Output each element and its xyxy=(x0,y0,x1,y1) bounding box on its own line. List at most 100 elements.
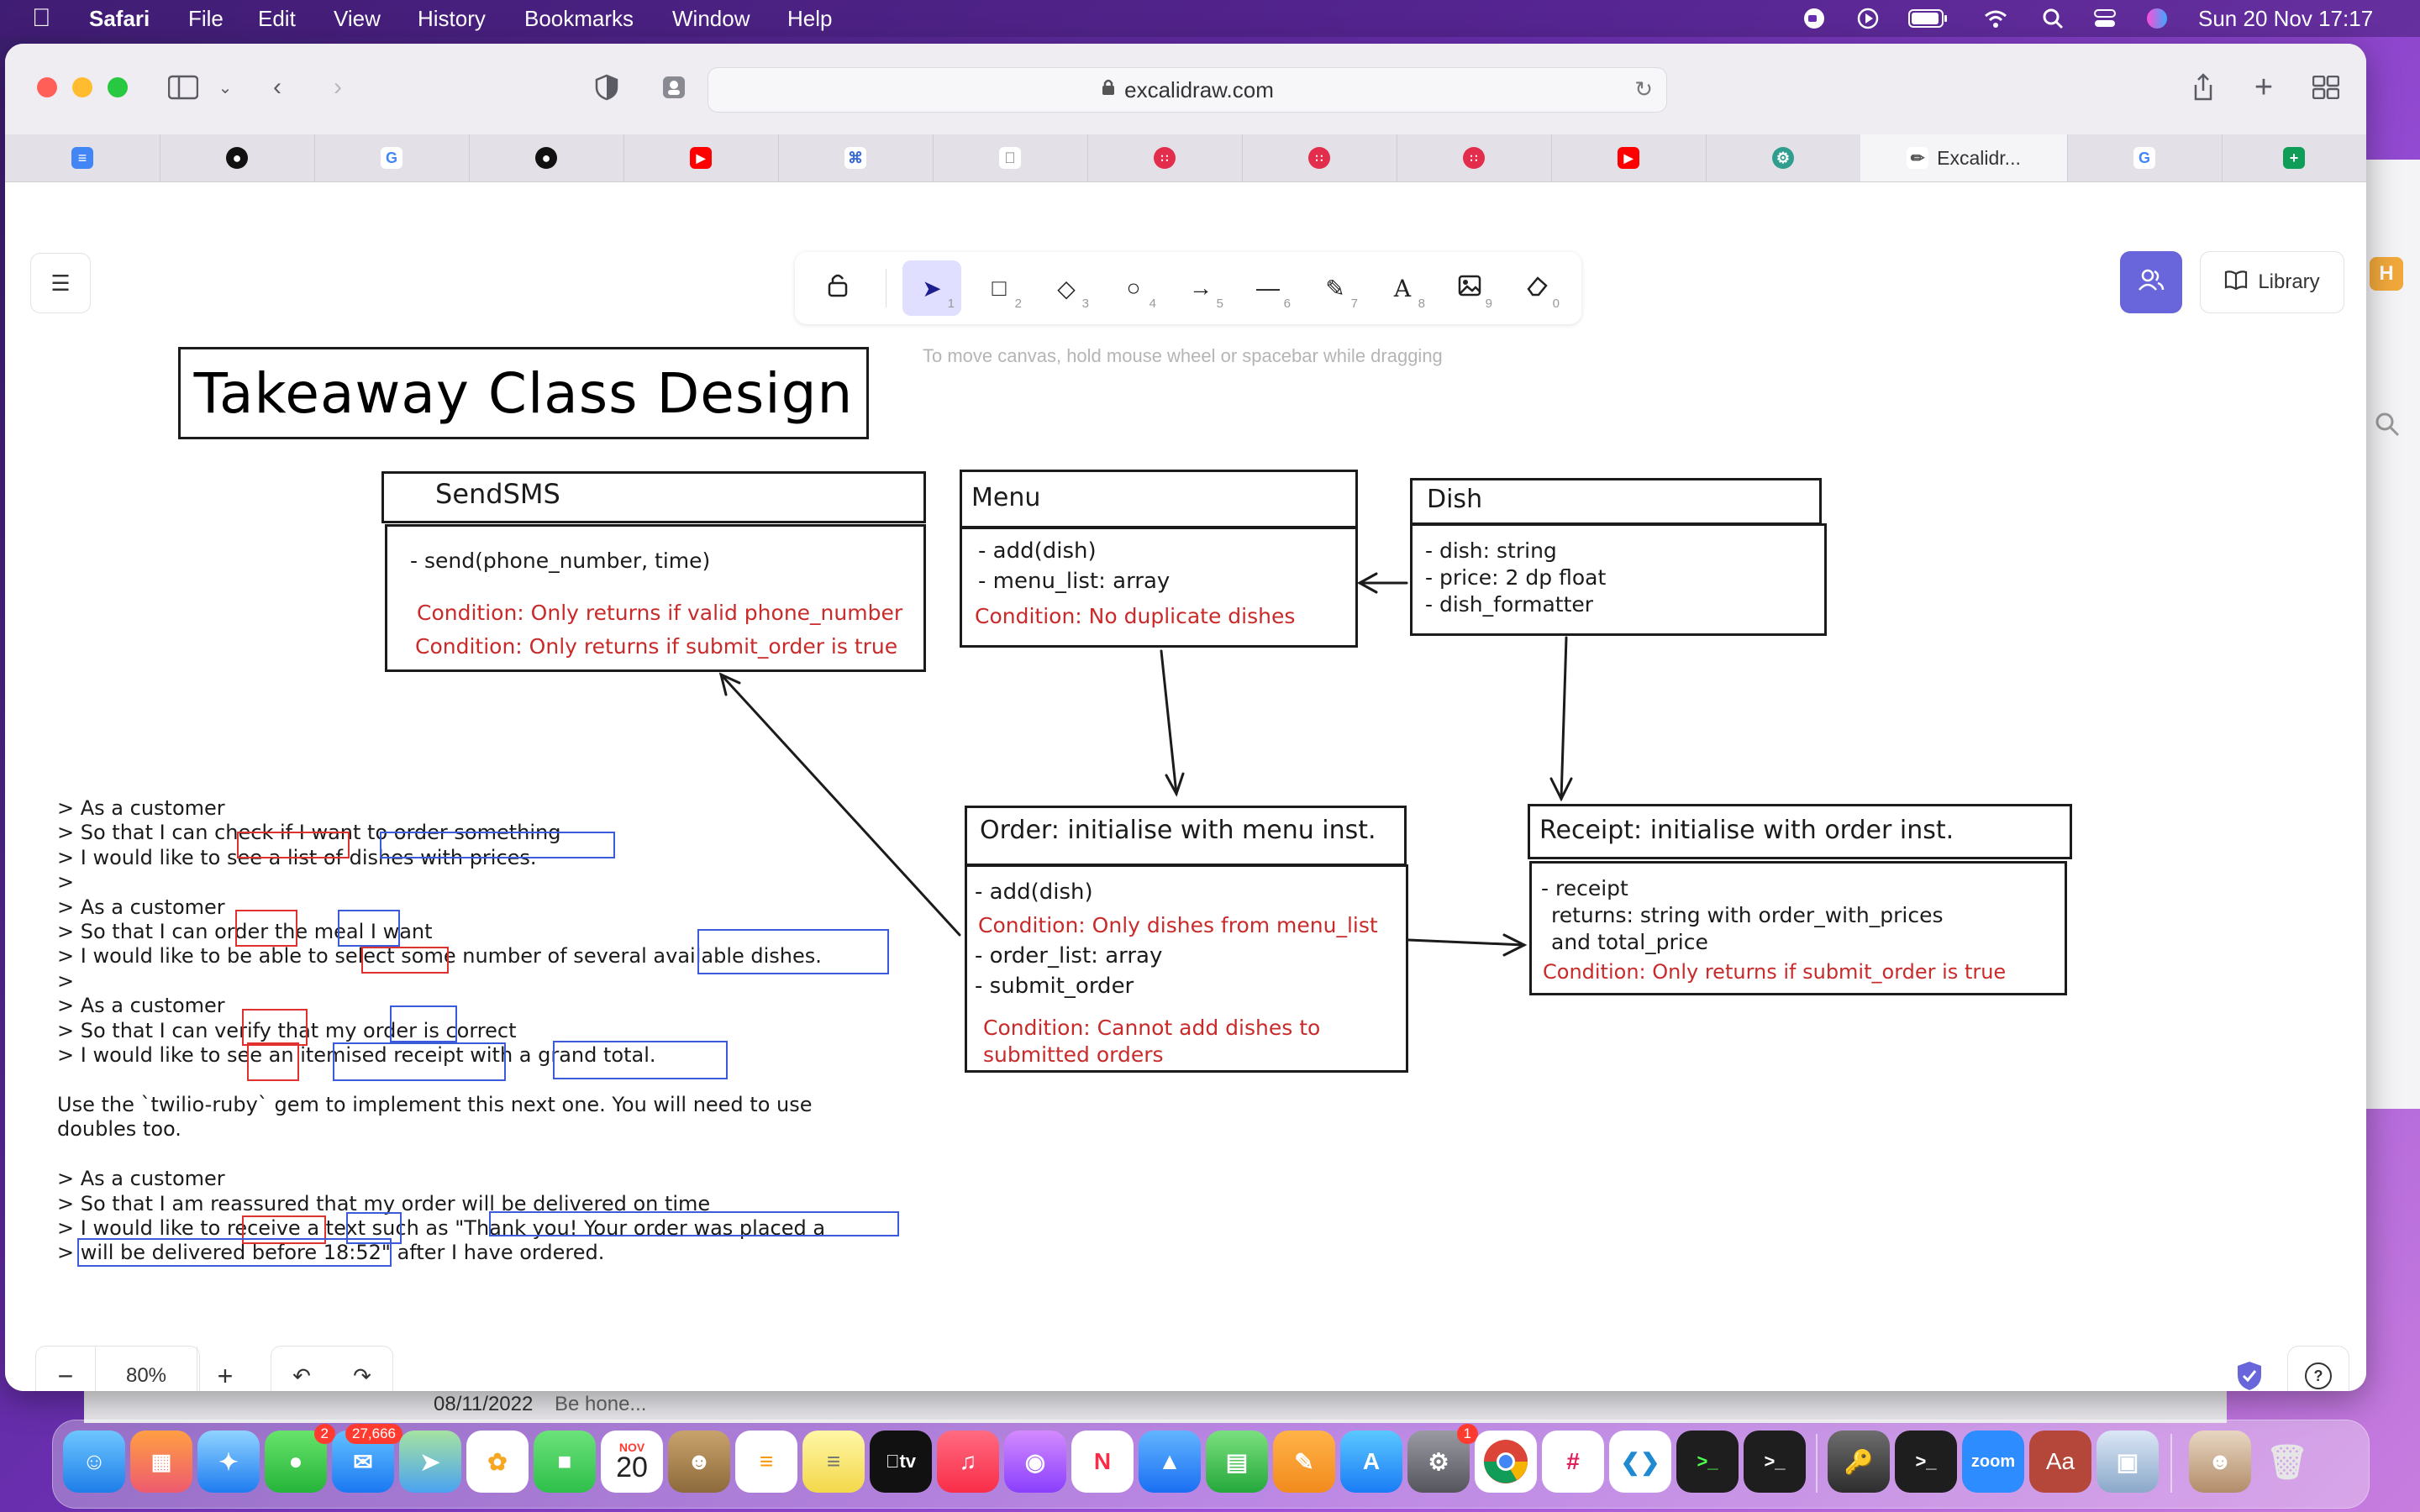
reminders-icon[interactable]: ≡ xyxy=(735,1431,797,1493)
tab-youtube[interactable]: ▶ xyxy=(623,134,779,181)
highlight-meal[interactable] xyxy=(338,910,400,947)
tab-apple[interactable]:  xyxy=(933,134,1088,181)
keychain-icon[interactable]: 🔑 xyxy=(1828,1431,1890,1493)
address-bar[interactable]: excalidraw.com ↻ xyxy=(708,67,1667,113)
terminal-icon[interactable]: >_ xyxy=(1744,1431,1806,1493)
menu-help[interactable]: Help xyxy=(787,5,832,32)
help-button[interactable]: ? xyxy=(2287,1346,2349,1391)
highlight-see-a-list[interactable] xyxy=(237,832,350,858)
redo-button[interactable]: ↷ xyxy=(332,1347,392,1391)
tab-google[interactable]: G xyxy=(314,134,470,181)
menu-bookmarks[interactable]: Bookmarks xyxy=(524,5,634,32)
menu-view[interactable]: View xyxy=(334,5,381,32)
diamond-tool-button[interactable]: ◇ 3 xyxy=(1037,260,1096,316)
zoom-level[interactable]: 80% xyxy=(95,1347,197,1391)
close-window-button[interactable] xyxy=(37,77,57,97)
tab-raycast[interactable]: ⌘ xyxy=(778,134,934,181)
extension-icon[interactable] xyxy=(655,69,692,106)
notes-icon[interactable]: ≡ xyxy=(802,1431,865,1493)
collaborate-button[interactable] xyxy=(2120,251,2182,313)
shield-check-icon[interactable] xyxy=(2235,1360,2264,1391)
apple-menu-icon[interactable]:  xyxy=(32,5,51,32)
highlight-my-order[interactable] xyxy=(390,1005,457,1042)
zoom-in-button[interactable]: + xyxy=(196,1347,255,1391)
rectangle-tool-button[interactable]: □ 2 xyxy=(970,260,1028,316)
new-tab-icon[interactable]: + xyxy=(2245,69,2282,106)
zoom-app-icon[interactable]: zoom xyxy=(1962,1431,2024,1493)
vscode-icon[interactable]: ❮❯ xyxy=(1609,1431,1671,1493)
undo-button[interactable]: ↶ xyxy=(271,1347,332,1391)
finder-icon[interactable]: ☺ xyxy=(63,1431,125,1493)
menu-window[interactable]: Window xyxy=(672,5,750,32)
highlight-thank-you-message[interactable] xyxy=(489,1211,899,1236)
chrome-icon[interactable] xyxy=(1475,1431,1537,1493)
battery-icon[interactable] xyxy=(1907,7,1949,30)
highlight-available-dishes[interactable] xyxy=(697,929,889,974)
highlight-dishes-with-prices[interactable] xyxy=(380,832,615,858)
hamburger-menu-button[interactable]: ☰ xyxy=(30,253,91,313)
menu-app-name[interactable]: Safari xyxy=(89,5,150,32)
menu-bar-clock[interactable]: Sun 20 Nov 17:17 xyxy=(2198,5,2373,32)
privacy-shield-icon[interactable] xyxy=(588,69,625,106)
safari-icon[interactable]: ✦ xyxy=(197,1431,260,1493)
play-status-icon[interactable] xyxy=(1855,7,1881,30)
siri-icon[interactable] xyxy=(2144,7,2170,30)
spotlight-search-icon[interactable] xyxy=(2040,7,2065,30)
music-icon[interactable]: ♫ xyxy=(937,1431,999,1493)
zoom-status-icon[interactable] xyxy=(1802,7,1827,30)
system-settings-icon[interactable]: ⚙ 1 xyxy=(1407,1424,1478,1493)
wifi-icon[interactable] xyxy=(1983,7,2008,30)
zoom-window-button[interactable] xyxy=(108,77,128,97)
mail-icon[interactable]: ✉ 27,666 xyxy=(332,1424,402,1493)
control-center-icon[interactable] xyxy=(2092,7,2118,30)
library-button[interactable]: Library xyxy=(2200,251,2344,313)
numbers-icon[interactable]: ▤ xyxy=(1206,1431,1268,1493)
tab-youtube-2[interactable]: ▶ xyxy=(1551,134,1707,181)
contacts-icon[interactable]: ☻ xyxy=(668,1431,730,1493)
preview-icon[interactable]: ▣ xyxy=(2096,1431,2159,1493)
dictionary-icon[interactable]: Aa xyxy=(2029,1431,2091,1493)
slack-icon[interactable]: # xyxy=(1542,1431,1604,1493)
calendar-icon[interactable]: NOV 20 xyxy=(601,1431,663,1493)
minimize-window-button[interactable] xyxy=(72,77,92,97)
tab-twilio-2[interactable]: ∷ xyxy=(1242,134,1397,181)
line-tool-button[interactable]: —6 xyxy=(1239,260,1297,316)
menu-file[interactable]: File xyxy=(188,5,224,32)
highlight-see[interactable] xyxy=(247,1042,299,1081)
tab-docs[interactable]: ≡ xyxy=(5,134,160,181)
terminal-icon[interactable]: >_ xyxy=(1676,1431,1739,1493)
sidebar-toggle-icon[interactable] xyxy=(165,69,202,106)
launchpad-icon[interactable]: ▦ xyxy=(130,1431,192,1493)
text-tool-button[interactable]: A8 xyxy=(1373,260,1432,316)
app-store-icon[interactable]: A xyxy=(1340,1431,1402,1493)
pages-icon[interactable]: ✎ xyxy=(1273,1431,1335,1493)
tab-twilio-3[interactable]: ∷ xyxy=(1397,134,1552,181)
tab-google-2[interactable]: G xyxy=(2067,134,2223,181)
lock-tool-button[interactable] xyxy=(808,260,867,316)
reload-icon[interactable]: ↻ xyxy=(1634,76,1653,102)
highlight-grand-total[interactable] xyxy=(553,1041,728,1079)
image-tool-button[interactable]: 9 xyxy=(1440,260,1499,316)
tab-github-2[interactable]: ● xyxy=(469,134,624,181)
photos-icon[interactable]: ✿ xyxy=(466,1431,529,1493)
arrow-tool-button[interactable]: → 5 xyxy=(1171,260,1230,316)
back-button[interactable]: ‹ xyxy=(259,69,296,106)
selection-tool-button[interactable]: ➤ 1 xyxy=(902,260,961,316)
facetime-icon[interactable]: ■ xyxy=(534,1431,596,1493)
tab-twilio[interactable]: ∷ xyxy=(1087,134,1243,181)
trash-icon[interactable]: 🗑 xyxy=(2256,1431,2318,1493)
tab-github[interactable]: ● xyxy=(160,134,315,181)
keynote-icon[interactable]: ▲ xyxy=(1139,1431,1201,1493)
draw-tool-button[interactable]: ✎ 7 xyxy=(1306,260,1365,316)
highlight-delivery-time[interactable] xyxy=(77,1238,392,1267)
chevron-down-icon[interactable]: ⌄ xyxy=(207,69,244,106)
highlight-select[interactable] xyxy=(361,947,449,974)
podcasts-icon[interactable]: ◉ xyxy=(1004,1431,1066,1493)
excalidraw-canvas[interactable]: ☰ ➤ 1 □ 2 ◇ 3 ○ 4 → 5 —6 ✎ 7 A8 9 0 Library To… xyxy=(5,182,2366,1391)
tab-settings[interactable]: ⚙ xyxy=(1706,134,1861,181)
menu-history[interactable]: History xyxy=(418,5,486,32)
menu-edit[interactable]: Edit xyxy=(258,5,296,32)
highlight-itemised-receipt[interactable] xyxy=(333,1042,506,1081)
share-icon[interactable] xyxy=(2185,69,2222,106)
tab-excalidraw[interactable]: ✏ Excalidr... xyxy=(1860,134,2068,181)
